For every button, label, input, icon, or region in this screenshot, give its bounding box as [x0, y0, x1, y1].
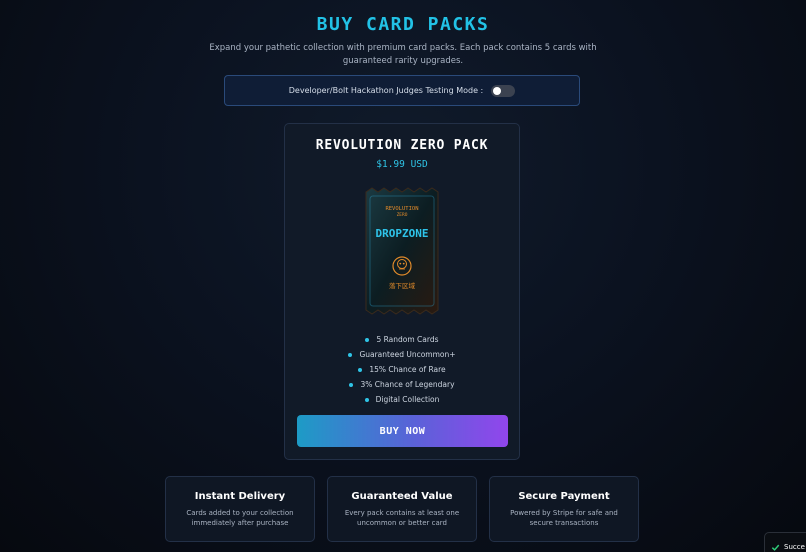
toast-text: Succe	[784, 543, 805, 551]
toggle-knob	[493, 86, 502, 95]
buy-now-button[interactable]: BUY NOW	[297, 415, 508, 447]
pack-art: REVOLUTION ZERO DROPZONE 落下区域	[365, 187, 439, 315]
feature-item: 3% Chance of Legendary	[285, 377, 519, 392]
pack-brand-sub: ZERO	[397, 212, 408, 218]
info-card-guaranteed-value: Guaranteed Value Every pack contains at …	[327, 476, 477, 542]
dev-mode-label: Developer/Bolt Hackathon Judges Testing …	[288, 86, 484, 95]
info-card-title: Guaranteed Value	[351, 491, 453, 502]
feature-item: Digital Collection	[285, 392, 519, 407]
check-icon	[771, 544, 780, 551]
bullet-icon	[364, 397, 369, 402]
page-subtitle: Expand your pathetic collection with pre…	[209, 43, 597, 66]
dev-mode-bar: Developer/Bolt Hackathon Judges Testing …	[224, 75, 580, 106]
bullet-icon	[348, 352, 353, 357]
pack-brand-top: REVOLUTION	[385, 206, 418, 212]
page-title: BUY CARD PACKS	[316, 14, 490, 35]
feature-item: 5 Random Cards	[285, 332, 519, 347]
pack-card: REVOLUTION ZERO PACK $1.99 USD REVOLUTIO…	[284, 123, 520, 460]
dev-mode-toggle[interactable]	[491, 84, 516, 97]
info-card-desc: Powered by Stripe for safe and secure tr…	[510, 509, 618, 527]
bullet-icon	[365, 337, 370, 342]
feature-item: 15% Chance of Rare	[285, 362, 519, 377]
pack-price: $1.99 USD	[376, 159, 428, 170]
info-card-title: Secure Payment	[518, 491, 610, 502]
bullet-icon	[349, 382, 354, 387]
bullet-icon	[358, 367, 363, 372]
info-card-secure-payment: Secure Payment Powered by Stripe for saf…	[489, 476, 639, 542]
info-card-title: Instant Delivery	[194, 491, 286, 502]
pack-logo-text: DROPZONE	[376, 227, 429, 240]
info-card-desc: Every pack contains at least one uncommo…	[344, 509, 460, 527]
info-card-instant-delivery: Instant Delivery Cards added to your col…	[165, 476, 315, 542]
feature-item: Guaranteed Uncommon+	[285, 347, 519, 362]
pack-name: REVOLUTION ZERO PACK	[315, 138, 489, 153]
success-toast[interactable]: Succe	[764, 532, 806, 552]
feature-list: 5 Random Cards Guaranteed Uncommon+ 15% …	[285, 332, 519, 407]
pack-bottom-text: 落下区域	[389, 281, 416, 290]
info-card-desc: Cards added to your collection immediate…	[186, 509, 294, 527]
